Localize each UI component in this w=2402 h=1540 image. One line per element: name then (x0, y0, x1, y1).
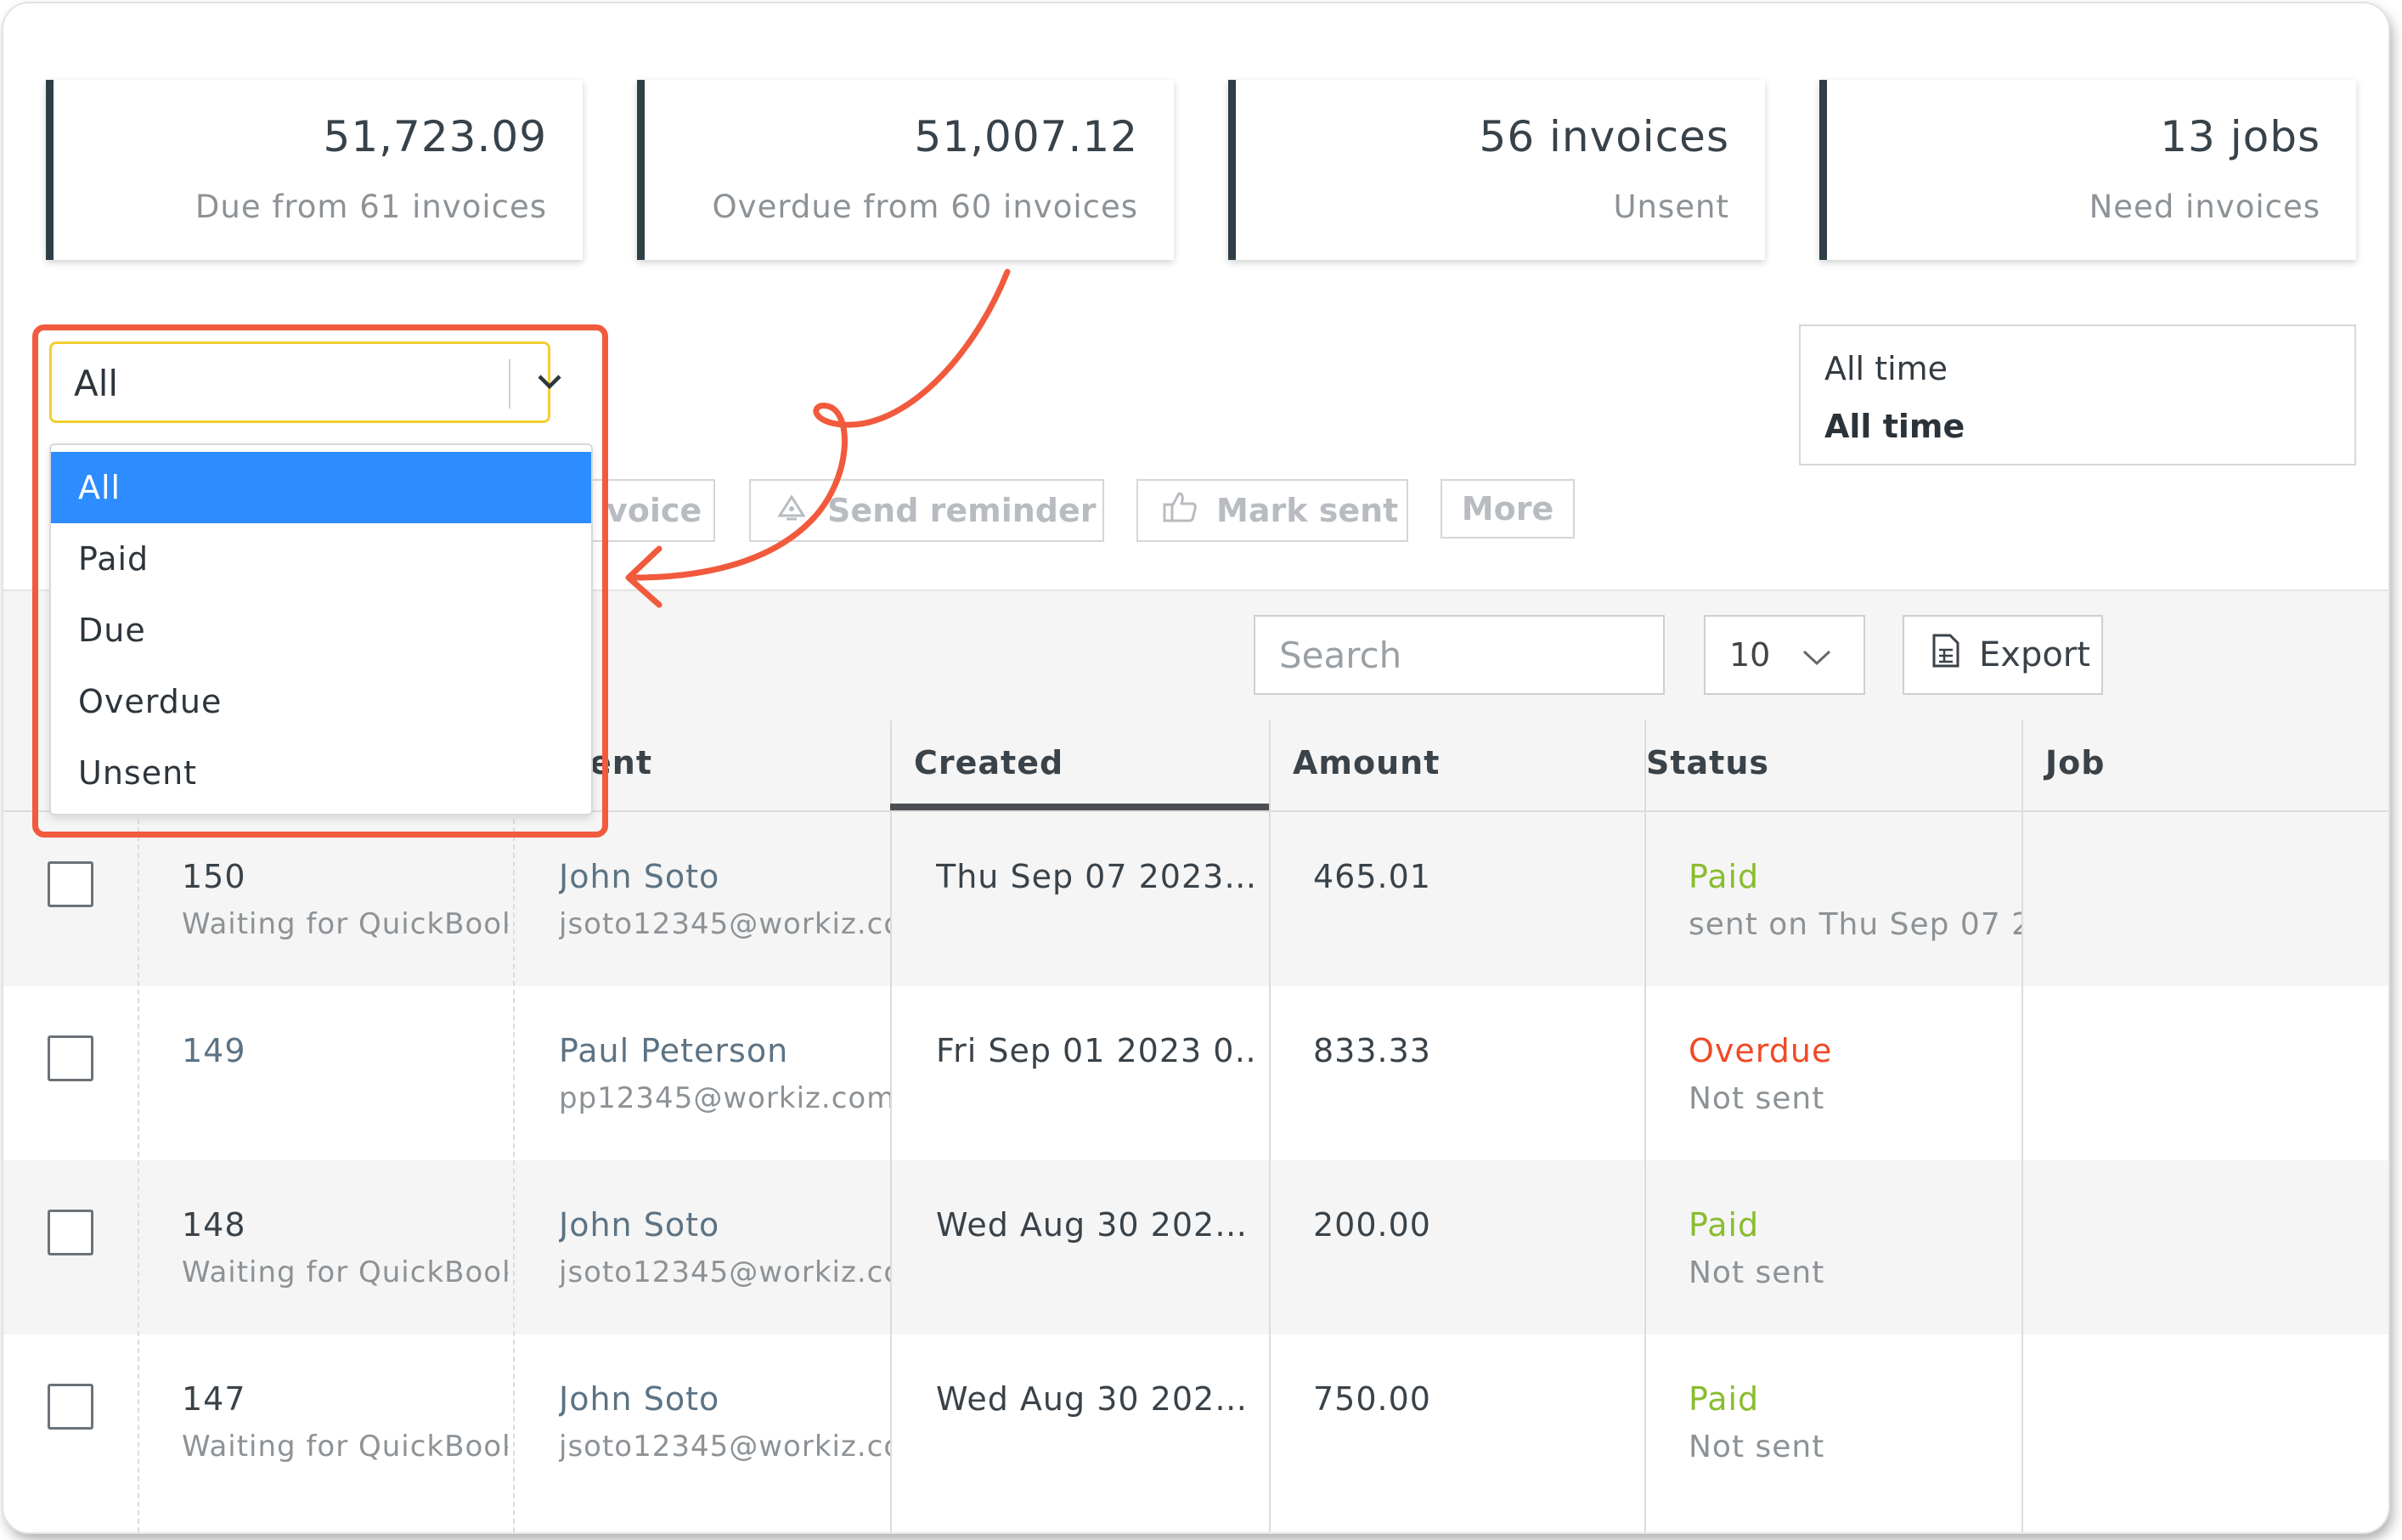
row-checkbox[interactable] (48, 861, 93, 907)
status: Overdue (1689, 1032, 1833, 1069)
status-note: Not sent (1689, 1081, 1825, 1116)
mark-sent-label: Mark sent (1216, 492, 1399, 529)
export-label: Export (1979, 635, 2090, 674)
column-divider (1644, 720, 1646, 812)
client-name[interactable]: John Soto (559, 1380, 719, 1418)
status-note: Not sent (1689, 1430, 1825, 1464)
more-button[interactable]: More (1441, 479, 1575, 539)
created-date: Wed Aug 30 202… (936, 1206, 1249, 1244)
table-row[interactable]: 149 Paul Peterson pp12345@workiz.com Fri… (3, 986, 2388, 1160)
column-divider (2021, 720, 2023, 812)
summary-label: Need invoices (2089, 189, 2320, 225)
column-divider (138, 810, 139, 1532)
create-invoice-label: voice (606, 492, 702, 529)
row-checkbox[interactable] (48, 1384, 93, 1430)
column-divider (890, 720, 892, 812)
column-divider (1269, 720, 1271, 812)
table-row[interactable]: 148 Waiting for QuickBooks John Soto jso… (3, 1160, 2388, 1334)
select-divider (509, 359, 510, 409)
amount: 833.33 (1313, 1032, 1431, 1069)
client-email: jsoto12345@workiz.com (559, 1255, 890, 1289)
status: Paid (1689, 1380, 1760, 1418)
invoice-sync-note: Waiting for QuickBooks (182, 907, 508, 941)
status-note: sent on Thu Sep 07 2 (1689, 907, 2021, 942)
status-filter-value: All (74, 363, 119, 404)
status-filter-select[interactable]: All (49, 341, 561, 423)
status-option-unsent[interactable]: Unsent (51, 737, 591, 809)
invoice-number[interactable]: 147 (182, 1380, 246, 1418)
status-option-paid[interactable]: Paid (51, 523, 591, 595)
status-note: Not sent (1689, 1255, 1825, 1290)
column-divider (890, 810, 892, 1532)
page-size-value: 10 (1729, 636, 1771, 674)
invoice-sync-note: Waiting for QuickBooks (182, 1255, 508, 1289)
date-range-select[interactable]: All time All time (1799, 324, 2356, 465)
summary-label: Unsent (1613, 189, 1729, 225)
summary-card-unsent[interactable]: 56 invoices Unsent (1228, 80, 1765, 260)
invoice-number[interactable]: 150 (182, 858, 246, 895)
column-header-amount[interactable]: Amount (1293, 744, 1440, 781)
row-checkbox[interactable] (48, 1210, 93, 1255)
table-row[interactable]: 150 Waiting for QuickBooks John Soto jso… (3, 812, 2388, 986)
client-email: jsoto12345@workiz.com (559, 1430, 890, 1464)
table-row[interactable]: 147 Waiting for QuickBooks John Soto jso… (3, 1334, 2388, 1509)
amount: 465.01 (1313, 858, 1431, 895)
status-option-overdue[interactable]: Overdue (51, 666, 591, 737)
created-date: Wed Aug 30 202… (936, 1380, 1249, 1418)
spreadsheet-icon (1931, 633, 1960, 677)
export-button[interactable]: Export (1903, 615, 2103, 695)
status-filter-dropdown: All Paid Due Overdue Unsent (49, 443, 593, 815)
client-email: jsoto12345@workiz.com (559, 907, 890, 941)
invoice-number[interactable]: 149 (182, 1032, 246, 1069)
status: Paid (1689, 858, 1760, 895)
mark-sent-button[interactable]: Mark sent (1136, 479, 1408, 542)
client-name[interactable]: John Soto (559, 858, 719, 895)
chevron-down-icon (1801, 640, 1833, 678)
summary-card-overdue[interactable]: 51,007.12 Overdue from 60 invoices (637, 80, 1174, 260)
date-range-value: All time (1824, 408, 1965, 445)
row-checkbox[interactable] (48, 1035, 93, 1081)
send-reminder-button[interactable]: Send reminder (749, 479, 1104, 542)
summary-value: 51,007.12 (914, 112, 1138, 161)
summary-value: 13 jobs (2160, 112, 2320, 161)
amount: 750.00 (1313, 1380, 1431, 1418)
column-divider (513, 810, 515, 1532)
amount: 200.00 (1313, 1206, 1431, 1244)
client-name[interactable]: Paul Peterson (559, 1032, 788, 1069)
date-range-label: All time (1824, 350, 1948, 387)
summary-value: 51,723.09 (323, 112, 547, 161)
column-header-status[interactable]: Status (1646, 744, 1769, 781)
column-header-client[interactable]: ent (589, 744, 652, 781)
search-input[interactable]: Search (1254, 615, 1665, 695)
chevron-down-icon (534, 369, 565, 398)
sort-indicator (890, 804, 1269, 810)
summary-label: Overdue from 60 invoices (712, 189, 1138, 225)
created-date: Fri Sep 01 2023 0… (936, 1032, 1259, 1069)
column-header-created[interactable]: Created (914, 744, 1063, 781)
column-divider (1269, 810, 1271, 1532)
invoice-number[interactable]: 148 (182, 1206, 246, 1244)
send-reminder-label: Send reminder (827, 492, 1097, 529)
created-date: Thu Sep 07 2023… (936, 858, 1258, 895)
summary-card-due[interactable]: 51,723.09 Due from 61 invoices (46, 80, 583, 260)
status: Paid (1689, 1206, 1760, 1244)
column-divider (2021, 810, 2023, 1532)
status-option-all[interactable]: All (51, 452, 591, 523)
client-name[interactable]: John Soto (559, 1206, 719, 1244)
column-header-job[interactable]: Job (2045, 744, 2105, 781)
status-option-due[interactable]: Due (51, 595, 591, 666)
summary-card-jobs[interactable]: 13 jobs Need invoices (1819, 80, 2356, 260)
summary-value: 56 invoices (1479, 112, 1729, 161)
page-size-select[interactable]: 10 (1704, 615, 1865, 695)
invoice-sync-note: Waiting for QuickBooks (182, 1430, 508, 1464)
send-reminder-icon (775, 490, 809, 532)
thumbs-up-icon (1162, 490, 1198, 532)
client-email: pp12345@workiz.com (559, 1081, 890, 1115)
app-frame: 51,723.09 Due from 61 invoices 51,007.12… (3, 3, 2388, 1532)
more-label: More (1461, 490, 1554, 527)
column-divider (1644, 810, 1646, 1532)
summary-label: Due from 61 invoices (195, 189, 547, 225)
